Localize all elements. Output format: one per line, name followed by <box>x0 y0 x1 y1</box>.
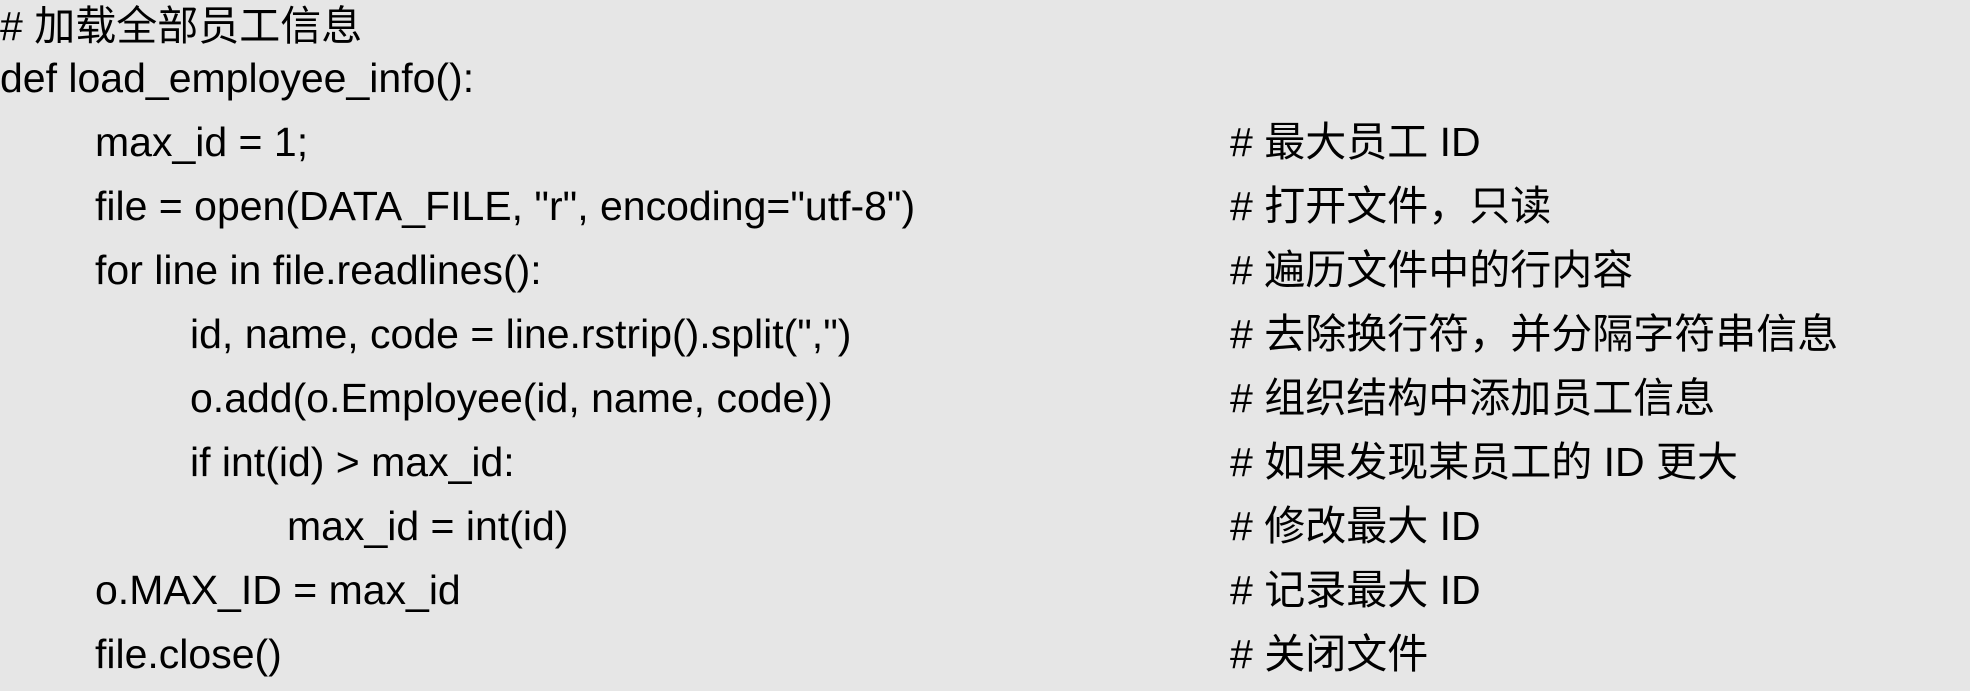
code-line-10: o.MAX_ID = max_id # 记录最大 ID <box>0 558 1970 622</box>
comment-text: # 打开文件，只读 <box>1230 183 1552 229</box>
code-text: o.MAX_ID = max_id <box>95 567 461 613</box>
code-text: if int(id) > max_id: <box>190 439 515 485</box>
code-text: o.add(o.Employee(id, name, code)) <box>190 375 833 421</box>
comment-text: # 如果发现某员工的 ID 更大 <box>1230 439 1738 485</box>
code-line-2: def load_employee_info(): <box>0 46 1970 110</box>
code-text: def load_employee_info(): <box>0 55 475 101</box>
code-line-6: id, name, code = line.rstrip().split(","… <box>0 302 1970 366</box>
comment-text: # 组织结构中添加员工信息 <box>1230 375 1716 421</box>
code-line-7: o.add(o.Employee(id, name, code)) # 组织结构… <box>0 366 1970 430</box>
code-line-8: if int(id) > max_id: # 如果发现某员工的 ID 更大 <box>0 430 1970 494</box>
code-line-3: max_id = 1; # 最大员工 ID <box>0 110 1970 174</box>
code-line-9: max_id = int(id) # 修改最大 ID <box>0 494 1970 558</box>
code-text: for line in file.readlines(): <box>95 247 542 293</box>
code-listing: # 加载全部员工信息 def load_employee_info(): max… <box>0 0 1970 691</box>
code-line-4: file = open(DATA_FILE, "r", encoding="ut… <box>0 174 1970 238</box>
code-line-11: file.close() # 关闭文件 <box>0 622 1970 686</box>
comment-text: # 关闭文件 <box>1230 631 1429 677</box>
comment-text: # 记录最大 ID <box>1230 567 1481 613</box>
code-text: max_id = int(id) <box>287 503 569 549</box>
comment-text: # 最大员工 ID <box>1230 119 1481 165</box>
code-text: id, name, code = line.rstrip().split(","… <box>190 311 852 357</box>
code-line-5: for line in file.readlines(): # 遍历文件中的行内… <box>0 238 1970 302</box>
comment-text: # 去除换行符，并分隔字符串信息 <box>1230 311 1839 357</box>
code-text: file.close() <box>95 631 282 677</box>
code-text: file = open(DATA_FILE, "r", encoding="ut… <box>95 183 916 229</box>
comment-text: # 遍历文件中的行内容 <box>1230 247 1634 293</box>
comment-text: # 修改最大 ID <box>1230 503 1481 549</box>
code-text: max_id = 1; <box>95 119 309 165</box>
